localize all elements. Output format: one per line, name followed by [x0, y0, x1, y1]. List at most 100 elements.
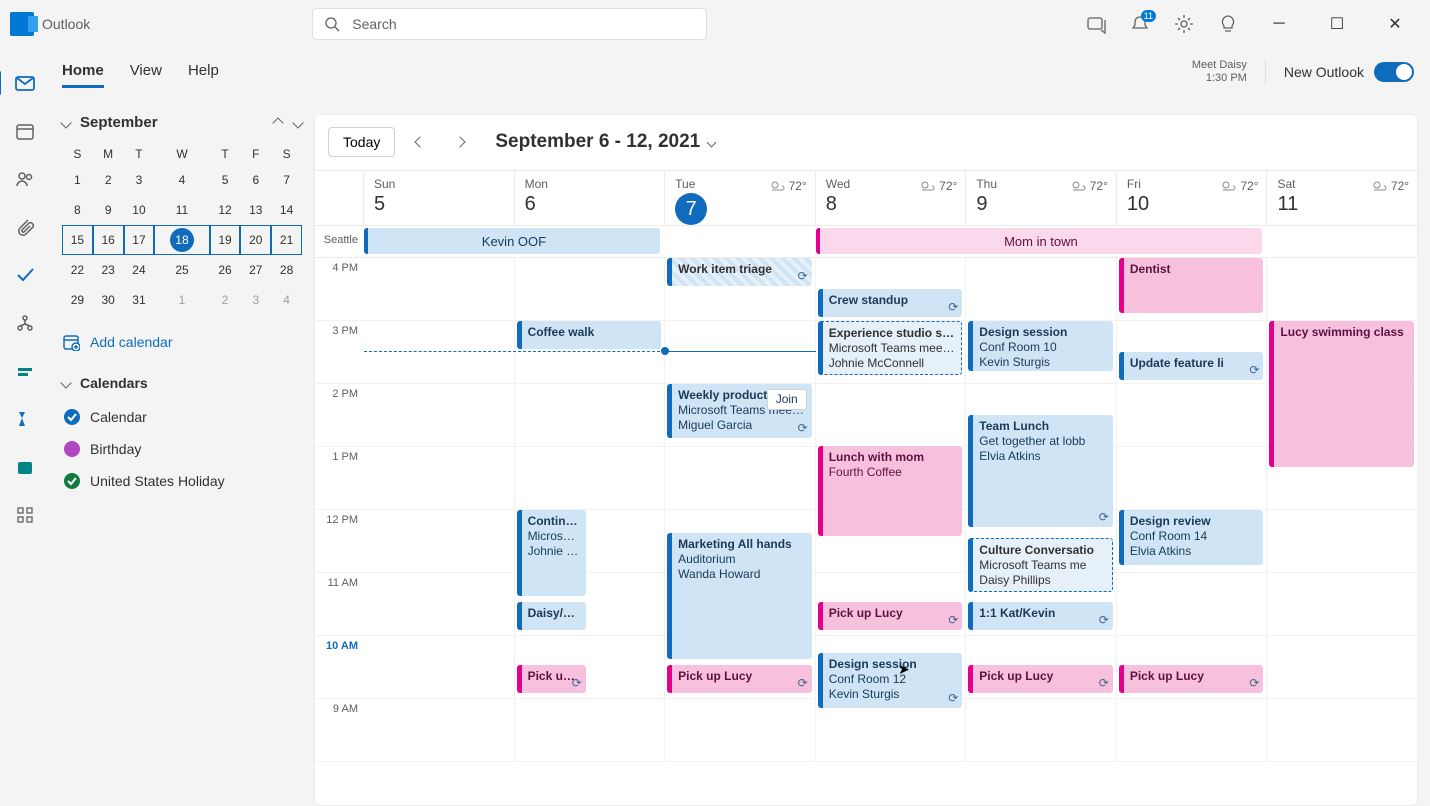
tips-icon[interactable] — [1218, 14, 1238, 34]
mini-day[interactable]: 12 — [210, 195, 241, 225]
mini-day[interactable]: 11 — [154, 195, 209, 225]
calendar-list-item[interactable]: Birthday — [62, 433, 302, 465]
mini-day[interactable]: 28 — [271, 255, 302, 285]
mini-day[interactable]: 1 — [62, 165, 93, 195]
calendar-event[interactable]: Pick up Lucy⟳ — [1119, 665, 1264, 693]
rail-bookings-icon[interactable] — [14, 456, 36, 478]
rail-files-icon[interactable] — [14, 216, 36, 238]
new-outlook-toggle[interactable]: New Outlook — [1284, 62, 1430, 82]
mini-day[interactable]: 15 — [62, 225, 93, 255]
today-button[interactable]: Today — [328, 127, 395, 157]
calendar-event[interactable]: Marketing All handsAuditoriumWanda Howar… — [667, 533, 812, 659]
day-header[interactable]: Thu972° — [966, 171, 1117, 225]
tab-home[interactable]: Home — [62, 56, 104, 88]
calendar-event[interactable]: Pick up L⟳ — [517, 665, 586, 693]
day-header[interactable]: Sat1172° — [1267, 171, 1418, 225]
mini-day[interactable]: 31 — [124, 285, 155, 315]
window-close-button[interactable]: ✕ — [1378, 9, 1412, 39]
calendar-event[interactable]: Coffee walk — [517, 321, 662, 349]
toggle-switch-icon[interactable] — [1374, 62, 1414, 82]
tab-help[interactable]: Help — [188, 56, 219, 88]
mini-day[interactable]: 17 — [124, 225, 155, 255]
mini-day[interactable]: 8 — [62, 195, 93, 225]
mini-day[interactable]: 3 — [240, 285, 271, 315]
calendar-event[interactable]: Weekly product team syncMicrosoft Teams … — [667, 384, 812, 438]
rail-todo-icon[interactable] — [14, 264, 36, 286]
prev-week-button[interactable] — [405, 127, 435, 157]
date-range-picker[interactable]: September 6 - 12, 2021 — [495, 131, 715, 153]
mini-day[interactable]: 14 — [271, 195, 302, 225]
mini-day[interactable]: 16 — [93, 225, 124, 255]
calendar-event[interactable]: ContinuingMicrosoft TeJohnie McC — [517, 510, 586, 596]
calendar-event[interactable]: Crew standup⟳ — [818, 289, 963, 317]
mini-calendar[interactable]: SMTWTFS 12345678910111213141516171819202… — [62, 143, 302, 315]
calendar-event[interactable]: Design sessionConf Room 10Kevin Sturgis — [968, 321, 1113, 371]
rail-mail-icon[interactable] — [14, 72, 36, 94]
mail-tips-icon[interactable] — [1086, 14, 1106, 34]
mini-day[interactable]: 30 — [93, 285, 124, 315]
mini-day[interactable]: 13 — [240, 195, 271, 225]
calendar-event[interactable]: Culture ConversatioMicrosoft Teams meDai… — [968, 538, 1113, 592]
mini-day[interactable]: 2 — [93, 165, 124, 195]
add-calendar-button[interactable]: Add calendar — [62, 333, 302, 351]
calendar-event[interactable]: Pick up Lucy⟳ — [968, 665, 1113, 693]
window-maximize-button[interactable]: ☐ — [1320, 9, 1354, 39]
rail-app1-icon[interactable] — [14, 360, 36, 382]
tab-view[interactable]: View — [130, 56, 162, 88]
mini-day[interactable]: 3 — [124, 165, 155, 195]
calendar-event[interactable]: Work item triage⟳ — [667, 258, 812, 286]
calendar-event[interactable]: Lunch with momFourth Coffee — [818, 446, 963, 536]
rail-more-apps-icon[interactable] — [14, 504, 36, 526]
mini-day[interactable]: 29 — [62, 285, 93, 315]
mini-next-icon[interactable] — [292, 117, 303, 128]
rail-people-icon[interactable] — [14, 168, 36, 190]
chevron-down-icon[interactable] — [60, 117, 71, 128]
mini-day[interactable]: 23 — [93, 255, 124, 285]
calendar-list-item[interactable]: United States Holiday — [62, 465, 302, 497]
mini-day[interactable]: 21 — [271, 225, 302, 255]
settings-icon[interactable] — [1174, 14, 1194, 34]
next-week-button[interactable] — [445, 127, 475, 157]
mini-prev-icon[interactable] — [272, 117, 283, 128]
day-header[interactable]: Wed872° — [816, 171, 967, 225]
calendar-event[interactable]: Pick up Lucy⟳ — [818, 602, 963, 630]
allday-event[interactable]: Mom in town — [816, 228, 1262, 254]
day-header[interactable]: Sun5 — [364, 171, 515, 225]
calendar-event[interactable]: Design sessionConf Room 12Kevin Sturgis⟳ — [818, 653, 963, 708]
calendar-event[interactable]: Experience studio syncMicrosoft Teams me… — [818, 321, 963, 375]
time-grid[interactable]: 4 PM3 PM2 PM1 PM12 PM11 AM10 AM9 AM Work… — [314, 258, 1418, 806]
calendar-event[interactable]: Lucy swimming class — [1269, 321, 1414, 467]
mini-day[interactable]: 26 — [210, 255, 241, 285]
mini-day[interactable]: 2 — [210, 285, 241, 315]
window-minimize-button[interactable]: ─ — [1262, 9, 1296, 39]
calendars-section-header[interactable]: Calendars — [62, 375, 302, 391]
mini-day[interactable]: 27 — [240, 255, 271, 285]
mini-day[interactable]: 9 — [93, 195, 124, 225]
mini-day[interactable]: 24 — [124, 255, 155, 285]
mini-day[interactable]: 20 — [240, 225, 271, 255]
calendar-event[interactable]: Design reviewConf Room 14Elvia Atkins — [1119, 510, 1264, 565]
calendar-list-item[interactable]: Calendar — [62, 401, 302, 433]
mini-day[interactable]: 19 — [210, 225, 241, 255]
notifications-icon[interactable]: 11 — [1130, 14, 1150, 34]
mini-day[interactable]: 6 — [240, 165, 271, 195]
rail-yammer-icon[interactable] — [14, 408, 36, 430]
rail-calendar-icon[interactable] — [14, 120, 36, 142]
calendar-event[interactable]: Daisy/Kat s — [517, 602, 586, 630]
day-header[interactable]: Fri1072° — [1117, 171, 1268, 225]
mini-day[interactable]: 4 — [271, 285, 302, 315]
calendar-event[interactable]: Update feature li⟳ — [1119, 352, 1264, 380]
mini-day[interactable]: 25 — [154, 255, 209, 285]
mini-day[interactable]: 5 — [210, 165, 241, 195]
calendar-event[interactable]: Team LunchGet together at lobbElvia Atki… — [968, 415, 1113, 527]
mini-day[interactable]: 4 — [154, 165, 209, 195]
calendar-event[interactable]: 1:1 Kat/Kevin⟳ — [968, 602, 1113, 630]
search-input[interactable]: Search — [312, 8, 707, 40]
day-header[interactable]: Mon6 — [515, 171, 666, 225]
mini-day[interactable]: 22 — [62, 255, 93, 285]
day-header[interactable]: Tue772° — [665, 171, 816, 225]
up-next-meeting[interactable]: Meet Daisy 1:30 PM — [1192, 59, 1266, 85]
allday-event[interactable]: Kevin OOF — [364, 228, 660, 254]
mini-day[interactable]: 18 — [154, 225, 209, 255]
mini-day[interactable]: 10 — [124, 195, 155, 225]
